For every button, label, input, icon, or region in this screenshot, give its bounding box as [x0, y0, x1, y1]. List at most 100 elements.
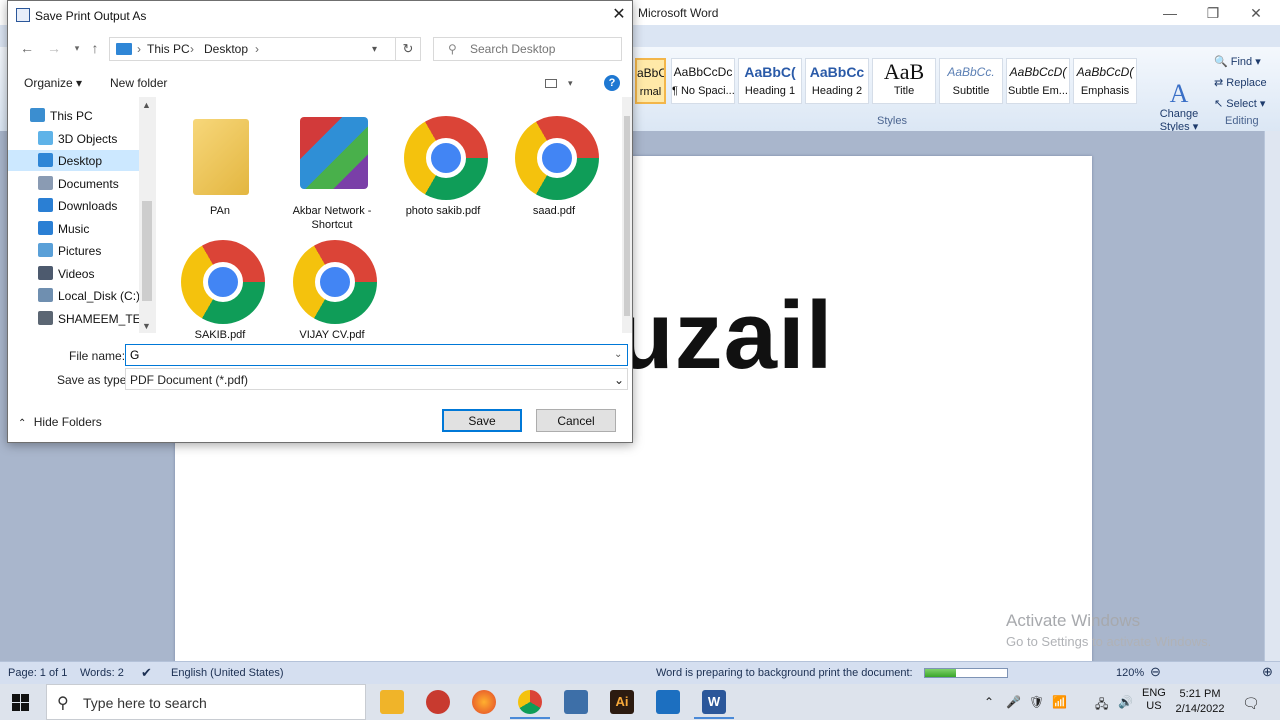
- dialog-close-button[interactable]: ✕: [608, 6, 630, 26]
- style-8[interactable]: AaBbCcD(Emphasis: [1073, 58, 1137, 104]
- zoom-level[interactable]: 120%: [1116, 667, 1144, 679]
- help-icon[interactable]: ?: [604, 75, 620, 91]
- nav-item-local-disk-c-[interactable]: Local_Disk (C:): [8, 285, 146, 306]
- word-count[interactable]: Words: 2: [80, 667, 124, 679]
- zoom-in-icon[interactable]: ⊕: [1262, 664, 1273, 680]
- back-arrow-icon[interactable]: ←: [18, 40, 36, 56]
- style-5[interactable]: AaB Title: [872, 58, 936, 104]
- nav-item-pictures[interactable]: Pictures: [8, 240, 146, 261]
- chevron-up-icon: ⌃: [18, 418, 27, 429]
- replace-button[interactable]: ⇄ Replace: [1214, 76, 1267, 89]
- file-item[interactable]: VIJAY CV.pdf: [282, 229, 382, 347]
- organize-button[interactable]: Organize ▾: [24, 76, 82, 90]
- address-box[interactable]: › This PC › Desktop › ▾: [109, 37, 396, 61]
- document-text[interactable]: uzail: [615, 288, 833, 384]
- style-name: Heading 1: [744, 85, 796, 97]
- security-icon[interactable]: 🛡: [1029, 695, 1044, 709]
- style-1[interactable]: aBbCcDc rmal: [635, 58, 666, 104]
- file-item[interactable]: photo sakib.pdf: [393, 105, 493, 223]
- notification-icon[interactable]: 🗨: [1242, 695, 1260, 712]
- proofing-icon[interactable]: ✔: [141, 665, 152, 681]
- select-button[interactable]: ↖ Select ▾: [1214, 97, 1265, 110]
- nav-item-documents[interactable]: Documents: [8, 173, 146, 194]
- nav-item-downloads[interactable]: Downloads: [8, 195, 146, 216]
- cancel-button[interactable]: Cancel: [536, 409, 616, 432]
- recent-locations-icon[interactable]: ▾: [68, 43, 86, 54]
- breadcrumb-desktop[interactable]: Desktop: [204, 42, 248, 56]
- word-icon[interactable]: W: [694, 690, 734, 719]
- style-name: Subtitle: [952, 85, 990, 97]
- nav-item-shameem-tele[interactable]: SHAMEEM_TELE: [8, 308, 146, 329]
- page-count[interactable]: Page: 1 of 1: [8, 667, 67, 679]
- file-item[interactable]: PAn: [170, 105, 270, 223]
- hide-folders-button[interactable]: ⌃ Hide Folders: [18, 415, 102, 429]
- status-bar: Page: 1 of 1 Words: 2 ✔ English (United …: [0, 661, 1280, 684]
- style-4[interactable]: AaBbCc Heading 2: [805, 58, 869, 104]
- app-icon-monitor[interactable]: [656, 690, 680, 714]
- scroll-down-icon[interactable]: ▼: [142, 321, 151, 331]
- nav-item-this-pc[interactable]: This PC: [8, 105, 146, 126]
- chevron-up-icon[interactable]: ⌃: [984, 695, 994, 709]
- style-7[interactable]: AaBbCcD(Subtle Em...: [1006, 58, 1070, 104]
- refresh-icon[interactable]: ↻: [396, 37, 421, 61]
- file-list-scroll-thumb[interactable]: [624, 116, 630, 316]
- search-input[interactable]: [470, 41, 615, 57]
- taskbar-search[interactable]: ⚲ Type here to search: [46, 684, 366, 720]
- breadcrumb-this-pc[interactable]: This PC: [147, 42, 190, 56]
- chrome-icon[interactable]: [510, 690, 550, 719]
- navigation-scroll-thumb[interactable]: [142, 201, 152, 301]
- forward-arrow-icon[interactable]: →: [45, 40, 63, 56]
- file-item[interactable]: saad.pdf: [504, 105, 604, 223]
- speaker-icon[interactable]: 🔊: [1118, 695, 1133, 709]
- file-explorer-icon[interactable]: [380, 690, 404, 714]
- file-item[interactable]: SAKIB.pdf: [170, 229, 270, 347]
- binoculars-icon: 🔍: [1214, 56, 1228, 68]
- nav-item-music[interactable]: Music: [8, 218, 146, 239]
- file-item[interactable]: Akbar Network - Shortcut: [282, 105, 382, 231]
- nav-item-desktop[interactable]: Desktop: [8, 150, 146, 171]
- firefox-icon[interactable]: [472, 690, 496, 714]
- style-preview: AaBbCcDc: [673, 65, 733, 79]
- language-indicator[interactable]: ENG US: [1142, 687, 1166, 713]
- network-icon[interactable]: 🖧: [1095, 695, 1108, 716]
- change-styles-button[interactable]: A Change Styles ▾: [1155, 80, 1203, 134]
- style-2[interactable]: AaBbCcDc ¶ No Spaci...: [671, 58, 735, 104]
- restore-button[interactable]: ❐: [1193, 2, 1233, 24]
- language-indicator[interactable]: English (United States): [171, 667, 284, 679]
- file-name-input[interactable]: [130, 348, 610, 362]
- chevron-down-icon[interactable]: ⌄: [614, 373, 624, 387]
- file-name-field[interactable]: ⌄: [125, 344, 628, 366]
- microphone-icon[interactable]: 🎤: [1006, 695, 1021, 709]
- nav-item-videos[interactable]: Videos: [8, 263, 146, 284]
- address-bar-row: ← → ▾ ↑ › This PC › Desktop › ▾ ↻ ⚲: [8, 34, 632, 64]
- chrome-pdf-icon: [181, 240, 265, 324]
- breadcrumb-separator-icon[interactable]: ›: [255, 42, 259, 56]
- view-dropdown-icon[interactable]: ▾: [568, 78, 573, 89]
- wifi-icon[interactable]: 📶: [1052, 695, 1067, 709]
- view-options-icon[interactable]: [545, 79, 557, 88]
- save-type-select[interactable]: PDF Document (*.pdf) ⌄: [125, 368, 628, 390]
- up-arrow-icon[interactable]: ↑: [86, 40, 104, 56]
- chevron-down-icon[interactable]: ⌄: [614, 349, 622, 360]
- replace-label: Replace: [1226, 77, 1267, 89]
- app-icon-blue[interactable]: [564, 690, 588, 714]
- clock[interactable]: 5:21 PM 2/14/2022: [1172, 687, 1228, 717]
- illustrator-icon[interactable]: Ai: [610, 690, 634, 714]
- zoom-out-icon[interactable]: ⊖: [1150, 664, 1161, 680]
- chevron-down-icon[interactable]: ▾: [372, 44, 377, 55]
- scroll-up-icon[interactable]: ▲: [142, 100, 151, 110]
- style-3[interactable]: AaBbC(Heading 1: [738, 58, 802, 104]
- document-scrollbar[interactable]: [1264, 131, 1280, 661]
- windows-start-icon[interactable]: [12, 694, 29, 711]
- minimize-button[interactable]: —: [1150, 2, 1190, 24]
- save-button[interactable]: Save: [442, 409, 522, 432]
- close-button[interactable]: ✕: [1236, 2, 1276, 24]
- new-folder-button[interactable]: New folder: [110, 76, 167, 90]
- dialog-titlebar[interactable]: Save Print Output As ✕: [8, 1, 632, 31]
- app-icon-red[interactable]: [426, 690, 450, 714]
- find-button[interactable]: 🔍 Find ▾: [1214, 55, 1261, 68]
- save-type-row: Save as type: PDF Document (*.pdf) ⌄: [8, 367, 632, 391]
- search-field[interactable]: ⚲: [433, 37, 622, 61]
- nav-item-3d-objects[interactable]: 3D Objects: [8, 128, 146, 149]
- style-6[interactable]: AaBbCc. Subtitle: [939, 58, 1003, 104]
